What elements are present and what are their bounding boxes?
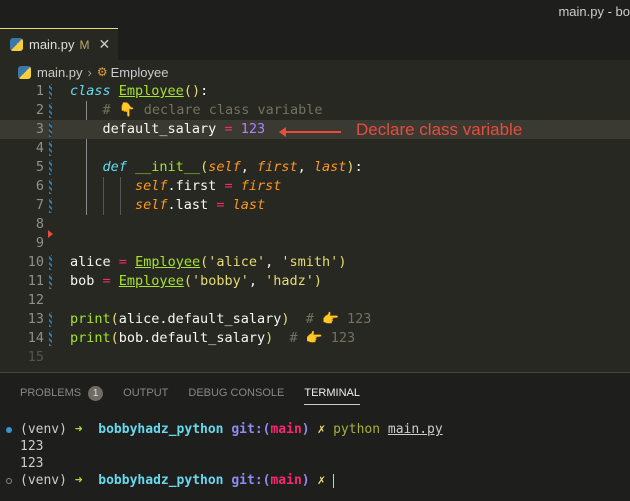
python-icon [10,38,23,51]
code-line: 7 self.last = last [35,197,266,213]
code-line: 1 class Employee(): [35,83,209,99]
code-line: 8 [35,216,44,232]
tab-main-py[interactable]: main.py M ✕ [0,28,118,60]
code-line: 3 default_salary = 123 [0,120,630,139]
chevron-right-icon: › [87,64,92,80]
annotation-label: Declare class variable [356,120,523,139]
breadcrumb-file[interactable]: main.py [37,65,83,80]
tab-problems[interactable]: PROBLEMS 1 [20,381,104,405]
code-line: 14 print(bob.default_salary) # 👉 123 [27,330,356,346]
code-line: 2 # 👇 declare class variable [35,102,323,118]
terminal[interactable]: (venv) ➜ bobbyhadz_python git:(main) ✗ p… [0,421,630,489]
terminal-output: 123 [20,456,44,471]
cursor [333,473,335,488]
tab-debug-console[interactable]: DEBUG CONSOLE [188,381,284,405]
breadcrumb: main.py › ⚙ Employee [18,62,168,82]
window-title: main.py - bo [558,4,630,19]
fold-marker-icon [48,230,53,238]
code-line: 13 print(alice.default_salary) # 👉 123 [27,311,372,327]
title-bar: main.py - bo [0,0,630,28]
class-symbol-icon: ⚙ [96,65,108,79]
close-icon[interactable]: ✕ [99,36,111,53]
code-line: 9 [35,235,44,251]
code-line: 4 [0,139,630,158]
code-line: 12 [27,292,44,308]
code-editor[interactable]: 1 class Employee(): 2 # 👇 declare class v… [0,82,630,367]
modified-badge: M [79,37,90,52]
tab-terminal[interactable]: TERMINAL [304,381,360,405]
terminal-output: 123 [20,439,44,454]
terminal-line: (venv) ➜ bobbyhadz_python git:(main) ✗ [0,472,630,489]
problems-count-badge: 1 [88,385,104,401]
tab-label: main.py [29,37,75,52]
bottom-panel: PROBLEMS 1 OUTPUT DEBUG CONSOLE TERMINAL … [0,372,630,501]
annotation-arrow [279,127,341,137]
terminal-line: (venv) ➜ bobbyhadz_python git:(main) ✗ p… [0,421,630,438]
code-line: 5 def __init__(self, first, last): [35,159,363,175]
breadcrumb-symbol[interactable]: Employee [111,65,169,80]
code-line: 11 bob = Employee('bobby', 'hadz') [27,273,323,289]
tab-output[interactable]: OUTPUT [123,381,168,405]
code-line: 6 self.first = first [35,178,282,194]
code-line: 10 alice = Employee('alice', 'smith') [27,254,347,270]
code-line: 15 [27,349,44,365]
python-icon [18,65,31,79]
tab-bar: main.py M ✕ [0,28,630,60]
